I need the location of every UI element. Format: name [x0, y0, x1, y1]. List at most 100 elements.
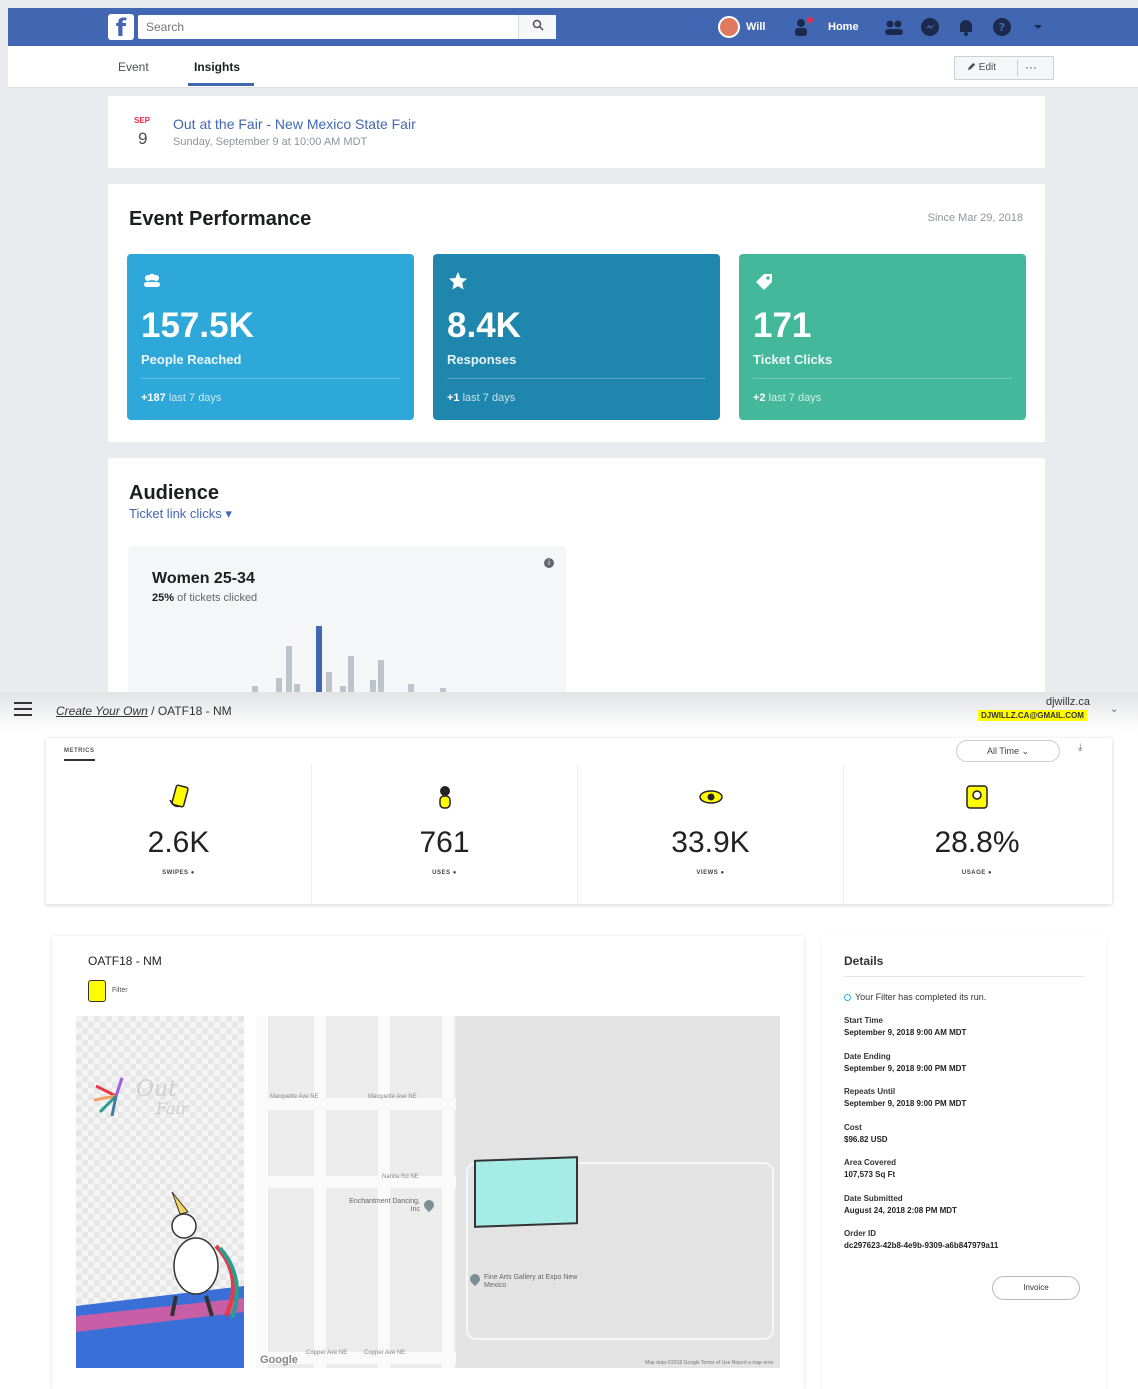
metric-label: People Reached — [141, 352, 242, 367]
snapchat-filter-panel: Create Your Own / OATF18 - NM djwillz.ca… — [0, 692, 1138, 1389]
account-name[interactable]: djwillz.ca — [1046, 696, 1090, 708]
account-menu-chevron-icon[interactable] — [1026, 15, 1050, 39]
road — [442, 1016, 454, 1368]
run-status: Your Filter has completed its run. — [844, 992, 986, 1002]
facebook-top-bar: f Will Home ? — [8, 8, 1138, 46]
event-datetime: Sunday, September 9 at 10:00 AM MDT — [173, 136, 368, 148]
breadcrumb-separator: / — [151, 704, 158, 718]
detail-value: 107,573 Sq Ft — [844, 1170, 896, 1179]
details-list: Start Time September 9, 2018 9:00 AM MDT … — [844, 1016, 1094, 1265]
metric-label: USAGE ● — [961, 870, 993, 876]
poi-label: Enchantment Dancing, Inc — [349, 1198, 420, 1213]
metric-period: last 7 days — [168, 392, 222, 404]
filter-type: Filter — [112, 987, 128, 994]
responses-tile[interactable]: 8.4K Responses +1 last 7 days — [433, 254, 720, 420]
detail-key: Cost — [844, 1122, 862, 1132]
map-attribution[interactable]: Map data ©2018 Google Terms of Use Repor… — [645, 1360, 774, 1366]
geofence-map[interactable]: Marquette Ave NE Marquette Ave NE Nanita… — [256, 1016, 780, 1368]
event-title-link[interactable]: Out at the Fair - New Mexico State Fair — [173, 116, 416, 132]
people-reached-tile[interactable]: 157.5K People Reached +187 last 7 days — [127, 254, 414, 420]
metric-value: 2.6K — [147, 826, 210, 859]
metric-delta: +1 — [447, 392, 460, 404]
info-icon[interactable]: ● — [453, 870, 457, 876]
search-button[interactable] — [518, 15, 556, 39]
road — [378, 1016, 390, 1368]
detail-key: Repeats Until — [844, 1087, 896, 1096]
tab-metrics[interactable]: METRICS — [64, 748, 95, 761]
svg-text:Fair: Fair — [155, 1099, 190, 1118]
detail-value: September 9, 2018 9:00 PM MDT — [844, 1099, 967, 1108]
street-label: Marquette Ave NE — [270, 1094, 319, 1100]
road — [256, 1176, 456, 1188]
metric-value: 171 — [753, 306, 812, 345]
invoice-button[interactable]: Invoice — [992, 1276, 1080, 1300]
pencil-icon — [967, 62, 976, 71]
divider — [447, 378, 706, 379]
chevron-down-icon: ▾ — [221, 506, 232, 521]
notifications-icon[interactable] — [954, 15, 978, 39]
metric-period: last 7 days — [462, 392, 516, 404]
chevron-down-icon: ⌄ — [1021, 746, 1030, 756]
facebook-logo-icon[interactable]: f — [108, 14, 134, 42]
event-performance-card: Event Performance Since Mar 29, 2018 157… — [108, 184, 1045, 442]
geofence-polygon[interactable] — [474, 1156, 578, 1228]
friend-requests-icon[interactable] — [882, 15, 906, 39]
metric-change: +2 last 7 days — [753, 392, 821, 404]
detail-value: dc297623-42b8-4e9b-9309-a6b847979a11 — [844, 1241, 999, 1250]
active-tab-indicator — [188, 83, 254, 86]
audience-filter-label: Ticket link clicks — [129, 506, 222, 521]
audience-filter-dropdown[interactable]: Ticket link clicks ▾ — [129, 506, 232, 522]
event-subnav: Event Insights Edit ··· — [8, 46, 1138, 88]
chart-bar — [326, 672, 332, 692]
details-panel: Details Your Filter has completed its ru… — [822, 936, 1106, 1389]
download-icon[interactable]: ⤓ — [1078, 742, 1082, 753]
map-pin-icon[interactable] — [421, 1197, 437, 1213]
time-range-select[interactable]: All Time ⌄ — [956, 740, 1060, 762]
info-icon[interactable]: ● — [191, 870, 195, 876]
detail-value: August 24, 2018 2:08 PM MDT — [844, 1205, 957, 1215]
edit-button-group: Edit ··· — [954, 56, 1054, 80]
detail-value: September 9, 2018 9:00 PM MDT — [844, 1063, 967, 1073]
metric-usage: 28.8% USAGE ● — [844, 764, 1110, 904]
detail-row: Area Covered 107,573 Sq Ft — [844, 1158, 1094, 1194]
filter-type-icon — [88, 980, 106, 1002]
audience-stat-percent: 25% — [152, 592, 175, 604]
search-input[interactable] — [138, 15, 556, 39]
metric-label: Responses — [447, 352, 517, 367]
detail-row: Date Ending September 9, 2018 9:00 PM MDT — [844, 1052, 1094, 1088]
breadcrumb-current: OATF18 - NM — [157, 704, 232, 718]
chart-bar — [408, 684, 414, 692]
hamburger-menu-icon[interactable] — [14, 702, 32, 716]
profile-link[interactable]: Will — [718, 8, 765, 46]
info-icon[interactable]: ● — [988, 870, 992, 876]
info-icon[interactable]: ● — [720, 870, 724, 876]
tab-event[interactable]: Event — [118, 60, 149, 74]
detail-key: Date Submitted — [844, 1193, 903, 1203]
more-options-button[interactable]: ··· — [1025, 60, 1037, 74]
tab-insights[interactable]: Insights — [194, 60, 240, 74]
detail-row: Cost $96.82 USD — [844, 1123, 1094, 1159]
user-name: Will — [746, 21, 766, 33]
street-label: Nanita Rd NE — [382, 1174, 419, 1180]
facebook-insights-panel: f Will Home ? — [0, 0, 1138, 692]
breadcrumb-root-link[interactable]: Create Your Own — [56, 704, 148, 718]
edit-button[interactable]: Edit — [967, 62, 996, 73]
people-icon — [144, 273, 160, 287]
info-icon[interactable]: i — [544, 558, 554, 568]
home-link[interactable]: Home — [828, 21, 859, 33]
audience-chart-card: Women 25-34 25% of tickets clicked i — [128, 546, 566, 692]
person-icon — [439, 786, 451, 809]
google-logo: Google — [260, 1354, 298, 1366]
metric-uses: 761 USES ● — [312, 764, 578, 904]
metric-value: 157.5K — [141, 306, 254, 345]
account-menu-chevron-icon[interactable]: ⌄ — [1110, 704, 1118, 715]
help-icon[interactable]: ? — [990, 15, 1014, 39]
detail-value: September 9, 2018 9:00 AM MDT — [844, 1028, 967, 1037]
messenger-icon[interactable] — [918, 15, 942, 39]
unicorn-filter-artwork: Out Fair — [76, 1077, 244, 1368]
detail-row: Repeats Until September 9, 2018 9:00 PM M… — [844, 1087, 1094, 1123]
ticket-clicks-tile[interactable]: 171 Ticket Clicks +2 last 7 days — [739, 254, 1026, 420]
find-friends-icon[interactable] — [792, 15, 816, 39]
metric-delta: +2 — [753, 392, 766, 404]
search-icon — [532, 19, 544, 31]
